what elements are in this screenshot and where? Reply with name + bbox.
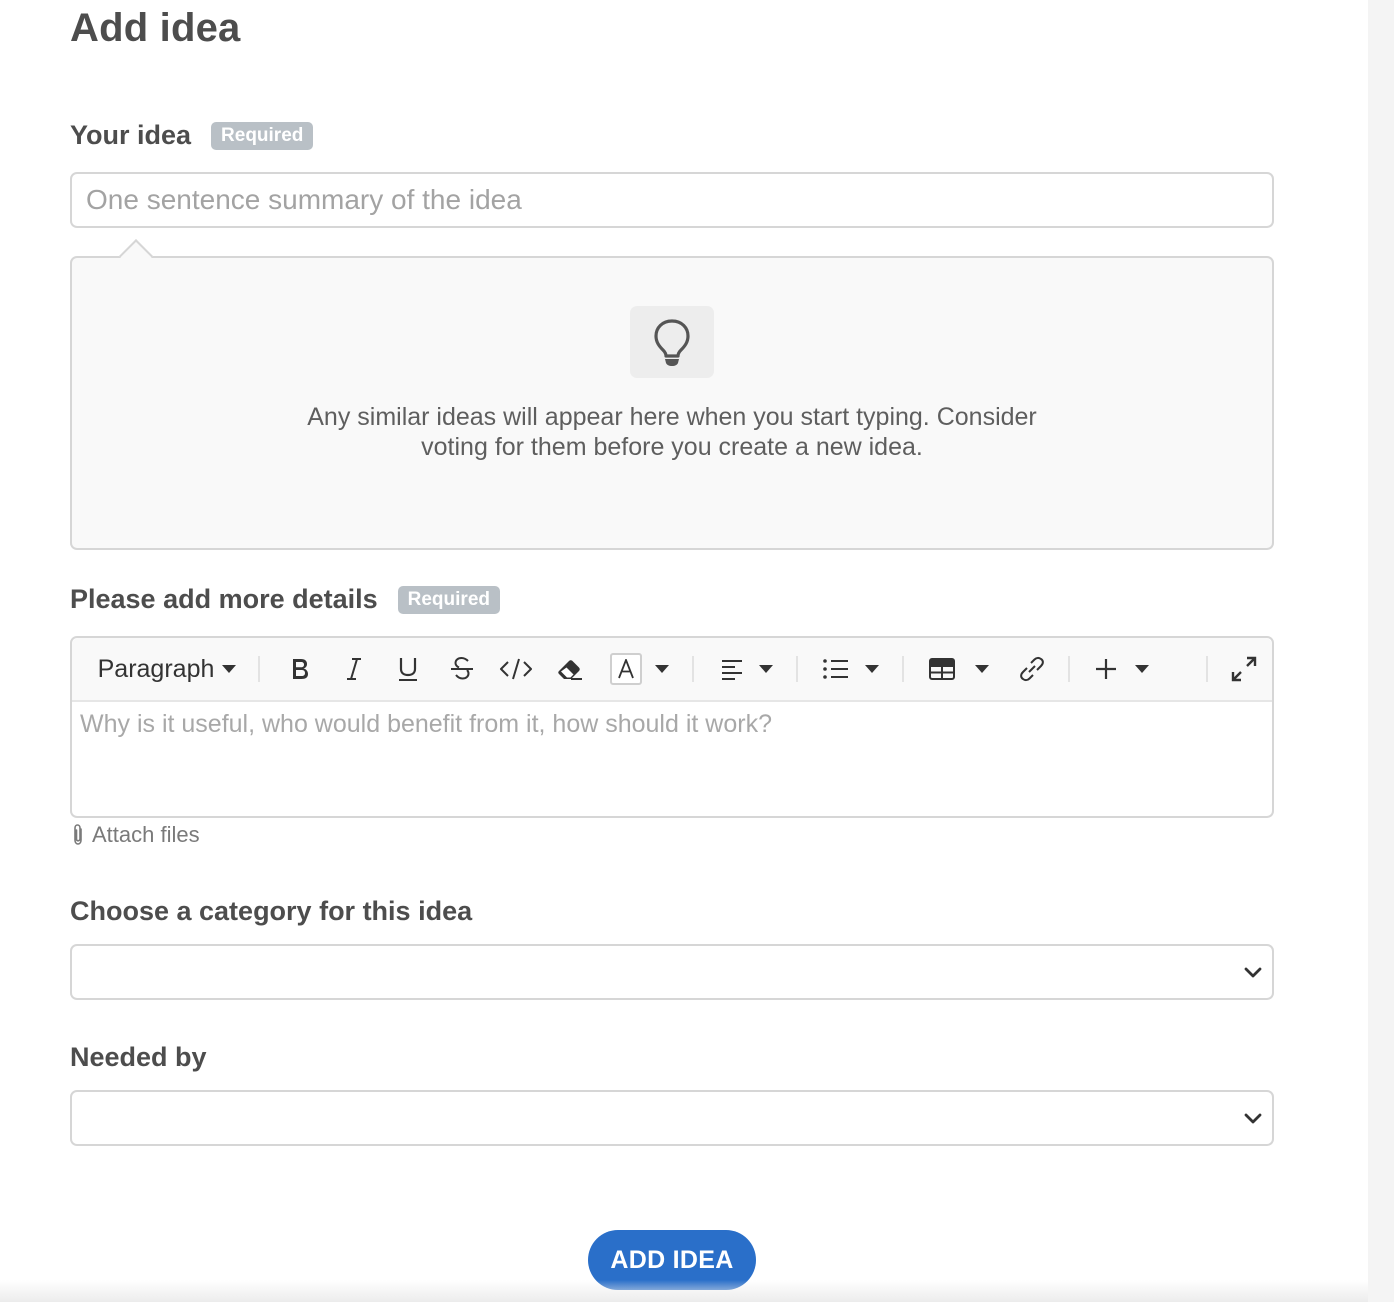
table-button[interactable] [922,638,962,700]
toolbar-divider [796,656,798,682]
align-button[interactable] [712,638,752,700]
font-color-button[interactable] [608,638,644,700]
needed-by-select[interactable] [70,1090,1274,1146]
scrollbar-track[interactable] [1368,0,1394,1302]
chevron-down-icon [759,665,773,673]
attach-files-link[interactable]: Attach files [70,822,200,848]
insert-button[interactable] [1088,638,1124,700]
chevron-down-icon [1244,967,1262,978]
bulleted-list-icon [823,659,848,679]
toolbar-divider [692,656,694,682]
category-select[interactable] [70,944,1274,1000]
font-color-dropdown[interactable] [650,638,674,700]
italic-icon [347,658,361,680]
needed-by-field-label: Needed by [70,1042,207,1073]
link-icon [1020,656,1044,682]
code-icon [500,658,532,680]
insert-dropdown[interactable] [1130,638,1154,700]
list-dropdown[interactable] [860,638,884,700]
strikethrough-icon [451,656,473,680]
table-dropdown[interactable] [970,638,994,700]
remove-format-button[interactable] [550,638,590,700]
list-button[interactable] [816,638,856,700]
category-label-text: Choose a category for this idea [70,896,473,926]
details-label-text: Please add more details [70,584,378,614]
category-field-label: Choose a category for this idea [70,896,472,927]
required-badge: Required [397,585,500,614]
font-color-icon [610,653,642,685]
similar-ideas-message: Any similar ideas will appear here when … [72,402,1272,462]
needed-by-label-text: Needed by [70,1042,207,1072]
panel-pointer [119,239,153,273]
expand-icon [1231,656,1257,682]
similar-ideas-panel: Any similar ideas will appear here when … [70,239,1274,550]
align-left-icon [722,660,742,680]
align-dropdown[interactable] [754,638,778,700]
plus-icon [1096,659,1116,679]
chevron-down-icon [1244,1113,1262,1124]
lightbulb-icon [630,306,714,378]
required-badge: Required [211,121,314,150]
details-editor-content[interactable]: Why is it useful, who would benefit from… [80,710,1260,739]
chevron-down-icon [865,665,879,673]
chevron-down-icon [1135,665,1149,673]
strikethrough-button[interactable] [442,638,482,700]
table-icon [929,658,955,680]
code-button[interactable] [496,638,536,700]
page-bottom-shade [0,1280,1368,1302]
paragraph-style-label: Paragraph [97,654,215,683]
paragraph-style-dropdown[interactable]: Paragraph [92,638,242,700]
eraser-icon [558,660,582,680]
toolbar-divider [1206,656,1208,682]
link-button[interactable] [1010,638,1054,700]
fullscreen-button[interactable] [1224,638,1264,700]
toolbar-divider [1068,656,1070,682]
underline-icon [399,658,417,681]
rich-text-editor: Paragraph Why is it useful, who would be… [70,636,1274,818]
paperclip-icon [74,824,82,845]
underline-button[interactable] [388,638,428,700]
bold-icon [293,659,308,679]
similar-ideas-line-2: voting for them before you create a new … [421,433,923,461]
attach-files-label: Attach files [92,822,200,847]
similar-ideas-line-1: Any similar ideas will appear here when … [307,403,1037,431]
add-idea-page: Add idea Your idea Required Any similar … [0,0,1394,1302]
page-title: Add idea [70,6,241,50]
toolbar-divider [902,656,904,682]
chevron-down-icon [975,665,989,673]
chevron-down-icon [655,665,669,673]
bold-button[interactable] [280,638,320,700]
italic-button[interactable] [334,638,374,700]
editor-toolbar: Paragraph [72,638,1272,702]
chevron-down-icon [222,665,237,673]
details-field-label: Please add more details Required [70,584,500,615]
idea-summary-input[interactable] [70,172,1274,228]
idea-label-text: Your idea [70,120,192,150]
toolbar-divider [258,656,260,682]
idea-field-label: Your idea Required [70,120,314,151]
